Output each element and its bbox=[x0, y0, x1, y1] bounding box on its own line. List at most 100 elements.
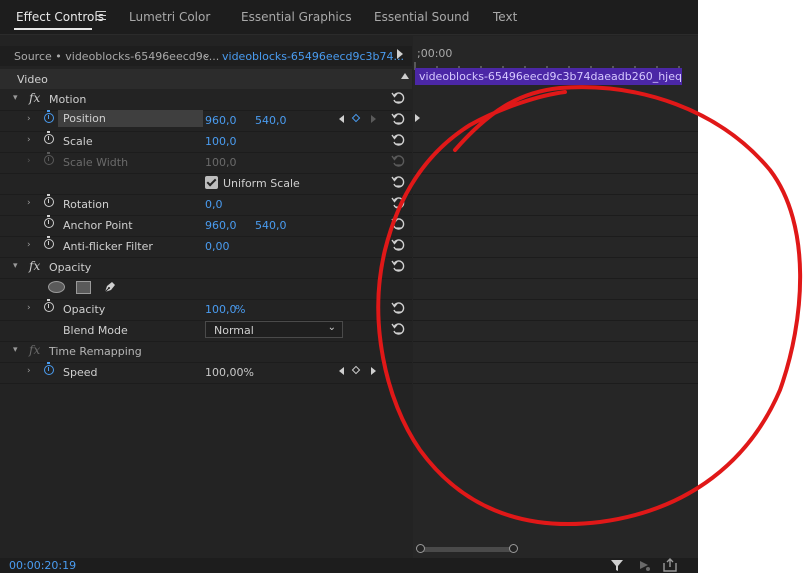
expand-caret-icon[interactable]: › bbox=[27, 366, 31, 376]
stopwatch-icon[interactable] bbox=[44, 110, 54, 123]
previous-keyframe-icon[interactable] bbox=[339, 367, 344, 375]
pen-mask-icon[interactable] bbox=[102, 279, 118, 295]
stopwatch-icon[interactable] bbox=[44, 236, 54, 249]
clip-selector[interactable]: videoblocks-65496eecd9c3b74... bbox=[222, 50, 404, 63]
expand-caret-icon[interactable]: ▾ bbox=[13, 261, 18, 271]
speed-value[interactable]: 100,00% bbox=[205, 366, 254, 379]
status-bar: 00:00:20:19 bbox=[0, 558, 698, 573]
time-remapping-effect-row[interactable]: ▾ fx Time Remapping bbox=[0, 341, 412, 363]
timeline-row-divider bbox=[413, 152, 698, 153]
blend-mode-row[interactable]: Blend Mode Normal ⌄ bbox=[0, 320, 412, 342]
scale-value[interactable]: 100,0 bbox=[205, 135, 237, 148]
source-label[interactable]: Source • videoblocks-65496eecd9c... bbox=[14, 50, 219, 63]
reset-icon[interactable] bbox=[391, 238, 405, 252]
clip-dropdown-icon[interactable]: ⌄ bbox=[202, 48, 211, 61]
export-frame-icon[interactable] bbox=[663, 558, 677, 572]
timeline-row-divider bbox=[413, 257, 698, 258]
speed-row[interactable]: › Speed 100,00% bbox=[0, 362, 412, 384]
anchor-y-value[interactable]: 540,0 bbox=[255, 219, 287, 232]
stopwatch-icon[interactable] bbox=[44, 215, 54, 228]
stopwatch-icon[interactable] bbox=[44, 362, 54, 375]
next-keyframe-icon[interactable] bbox=[371, 367, 376, 375]
motion-effect-row[interactable]: ▾ fx Motion bbox=[0, 89, 412, 111]
previous-keyframe-icon[interactable] bbox=[339, 115, 344, 123]
rotation-label: Rotation bbox=[63, 198, 110, 211]
timeline-row-divider bbox=[413, 173, 698, 174]
scrollbar-left-handle[interactable] bbox=[416, 544, 425, 553]
next-keyframe-icon[interactable] bbox=[371, 115, 376, 123]
panel-menu-icon[interactable] bbox=[96, 11, 106, 20]
reset-icon[interactable] bbox=[391, 217, 405, 231]
rotation-value[interactable]: 0,0 bbox=[205, 198, 223, 211]
position-x-value[interactable]: 960,0 bbox=[205, 114, 237, 127]
fx-toggle-icon[interactable]: fx bbox=[29, 91, 40, 105]
current-timecode[interactable]: 00:00:20:19 bbox=[9, 559, 76, 572]
reset-icon[interactable] bbox=[391, 259, 405, 273]
timeline-clip-bar[interactable]: videoblocks-65496eecd9c3b74daeadb260_hje… bbox=[415, 68, 682, 85]
position-row[interactable]: › Position 960,0 540,0 bbox=[0, 110, 412, 132]
reset-icon[interactable] bbox=[391, 196, 405, 210]
tab-essential-sound[interactable]: Essential Sound bbox=[374, 10, 469, 24]
blend-mode-dropdown[interactable]: Normal ⌄ bbox=[205, 321, 343, 338]
fx-toggle-icon[interactable]: fx bbox=[29, 259, 40, 273]
opacity-row[interactable]: › Opacity 100,0 % bbox=[0, 299, 412, 321]
filter-icon[interactable] bbox=[610, 558, 624, 572]
panel-tab-bar: Effect Controls Lumetri Color Essential … bbox=[0, 0, 698, 35]
opacity-section-label: Opacity bbox=[49, 261, 92, 274]
expand-caret-icon[interactable]: › bbox=[27, 240, 31, 250]
position-y-value[interactable]: 540,0 bbox=[255, 114, 287, 127]
show-timeline-icon[interactable] bbox=[397, 49, 403, 59]
opacity-value[interactable]: 100,0 bbox=[205, 303, 237, 316]
keyframe-marker-icon bbox=[415, 114, 420, 122]
effect-timeline-pane: ;00:00 videoblocks-65496eecd9c3b74daeadb… bbox=[413, 36, 698, 558]
timeline-row-divider bbox=[413, 320, 698, 321]
expand-caret-icon: › bbox=[27, 156, 31, 166]
timeline-row-divider bbox=[413, 341, 698, 342]
reset-icon[interactable] bbox=[391, 133, 405, 147]
expand-caret-icon[interactable]: › bbox=[27, 198, 31, 208]
scrollbar-track[interactable] bbox=[420, 547, 515, 552]
anchor-point-row[interactable]: Anchor Point 960,0 540,0 bbox=[0, 215, 412, 237]
expand-caret-icon[interactable]: ▾ bbox=[13, 345, 18, 355]
reset-icon[interactable] bbox=[391, 175, 405, 189]
tab-text[interactable]: Text bbox=[493, 10, 517, 24]
mask-tools-row bbox=[0, 278, 412, 300]
stopwatch-icon[interactable] bbox=[44, 131, 54, 144]
expand-caret-icon[interactable]: ▾ bbox=[13, 93, 18, 103]
scrollbar-right-handle[interactable] bbox=[509, 544, 518, 553]
collapse-up-icon[interactable] bbox=[401, 73, 409, 79]
timeline-row-divider bbox=[413, 383, 698, 384]
ellipse-mask-icon[interactable] bbox=[48, 281, 65, 293]
anchor-x-value[interactable]: 960,0 bbox=[205, 219, 237, 232]
scale-row[interactable]: › Scale 100,0 bbox=[0, 131, 412, 153]
reset-icon[interactable] bbox=[391, 91, 405, 105]
reset-icon bbox=[391, 155, 405, 167]
reset-icon[interactable] bbox=[391, 322, 405, 336]
tab-effect-controls[interactable]: Effect Controls bbox=[16, 10, 104, 24]
tab-lumetri-color[interactable]: Lumetri Color bbox=[129, 10, 210, 24]
stopwatch-icon[interactable] bbox=[44, 194, 54, 207]
opacity-unit: % bbox=[235, 303, 246, 316]
anti-flicker-value[interactable]: 0,00 bbox=[205, 240, 230, 253]
timeline-row-divider bbox=[413, 362, 698, 363]
add-keyframe-icon[interactable] bbox=[351, 113, 361, 123]
timeline-ruler-time: ;00:00 bbox=[417, 47, 453, 60]
opacity-effect-row[interactable]: ▾ fx Opacity bbox=[0, 257, 412, 279]
uniform-scale-row[interactable]: Uniform Scale bbox=[0, 173, 412, 195]
expand-caret-icon[interactable]: › bbox=[27, 303, 31, 313]
rotation-row[interactable]: › Rotation 0,0 bbox=[0, 194, 412, 216]
uniform-scale-label[interactable]: Uniform Scale bbox=[223, 177, 300, 190]
uniform-scale-checkbox[interactable] bbox=[205, 176, 218, 189]
add-keyframe-icon[interactable] bbox=[351, 365, 361, 375]
anti-flicker-row[interactable]: › Anti-flicker Filter 0,00 bbox=[0, 236, 412, 258]
timeline-row-divider bbox=[413, 131, 698, 132]
audio-play-icon[interactable] bbox=[637, 558, 651, 572]
stopwatch-icon[interactable] bbox=[44, 299, 54, 312]
timeline-zoom-scrollbar[interactable] bbox=[416, 544, 682, 554]
tab-essential-graphics[interactable]: Essential Graphics bbox=[241, 10, 352, 24]
expand-caret-icon[interactable]: › bbox=[27, 114, 31, 124]
reset-icon[interactable] bbox=[391, 301, 405, 315]
reset-icon[interactable] bbox=[391, 112, 405, 126]
rectangle-mask-icon[interactable] bbox=[76, 281, 91, 294]
expand-caret-icon[interactable]: › bbox=[27, 135, 31, 145]
